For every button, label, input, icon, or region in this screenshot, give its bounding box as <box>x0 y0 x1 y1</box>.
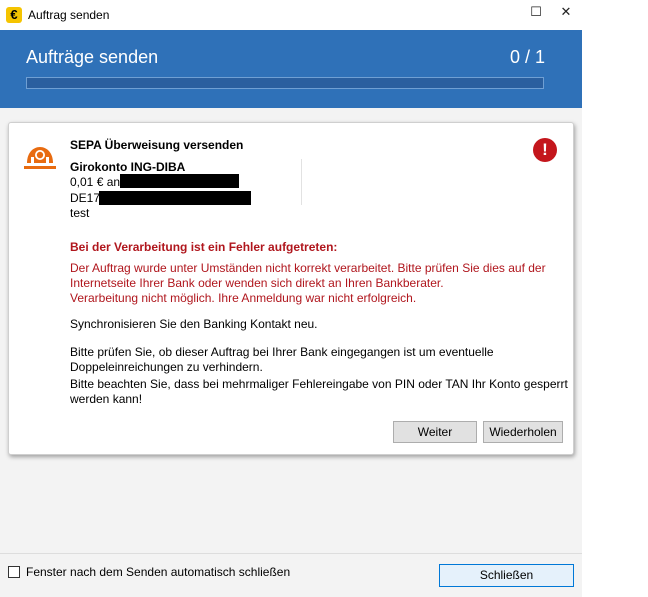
next-button[interactable]: Weiter <box>393 421 477 443</box>
euro-app-icon: € <box>6 7 22 23</box>
header-banner: Aufträge senden 0 / 1 <box>0 30 582 108</box>
error-heading: Bei der Verarbeitung ist ein Fehler aufg… <box>70 240 338 254</box>
footer: Fenster nach dem Senden automatisch schl… <box>0 553 582 597</box>
check-hint-line-1: Bitte prüfen Sie, ob dieser Auftrag bei … <box>70 345 494 359</box>
sync-hint: Synchronisieren Sie den Banking Kontakt … <box>70 317 318 331</box>
check-hint-line-2: Doppeleinreichungen zu verhindern. <box>70 360 263 374</box>
redacted-recipient <box>120 174 239 188</box>
account-name: Girokonto ING-DIBA <box>70 160 186 174</box>
error-line-2: Internetseite Ihrer Bank oder wenden sic… <box>70 276 444 290</box>
purpose: test <box>70 206 90 220</box>
order-card: SEPA Überweisung versenden Girokonto ING… <box>8 122 574 455</box>
warning-line-2: werden kann! <box>70 392 143 406</box>
progress-bar <box>26 77 544 89</box>
header-title: Aufträge senden <box>26 47 159 67</box>
auto-close-label[interactable]: Fenster nach dem Senden automatisch schl… <box>26 565 290 579</box>
close-dialog-button[interactable]: Schließen <box>439 564 574 587</box>
send-orders-dialog: € Auftrag senden ☐ ✕ Aufträge senden 0 /… <box>0 0 582 597</box>
ing-lion-logo-icon <box>24 147 56 169</box>
window-title: Auftrag senden <box>28 8 110 22</box>
error-line-3: Verarbeitung nicht möglich. Ihre Anmeldu… <box>70 291 417 305</box>
order-counter: 0 / 1 <box>509 47 545 67</box>
error-icon: ! <box>533 138 557 162</box>
redacted-iban <box>99 191 251 205</box>
window-close-button[interactable]: ✕ <box>551 0 581 26</box>
auto-close-checkbox[interactable] <box>8 566 20 578</box>
order-type: SEPA Überweisung versenden <box>70 138 244 152</box>
iban: DE17 <box>70 191 101 205</box>
retry-button[interactable]: Wiederholen <box>483 421 563 443</box>
error-line-1: Der Auftrag wurde unter Umständen nicht … <box>70 261 546 275</box>
maximize-button[interactable]: ☐ <box>521 0 551 26</box>
title-bar: € Auftrag senden ☐ ✕ <box>0 0 582 30</box>
amount-recipient: 0,01 € an <box>70 175 121 189</box>
warning-line-1: Bitte beachten Sie, dass bei mehrmaliger… <box>70 377 568 391</box>
divider <box>301 159 302 205</box>
